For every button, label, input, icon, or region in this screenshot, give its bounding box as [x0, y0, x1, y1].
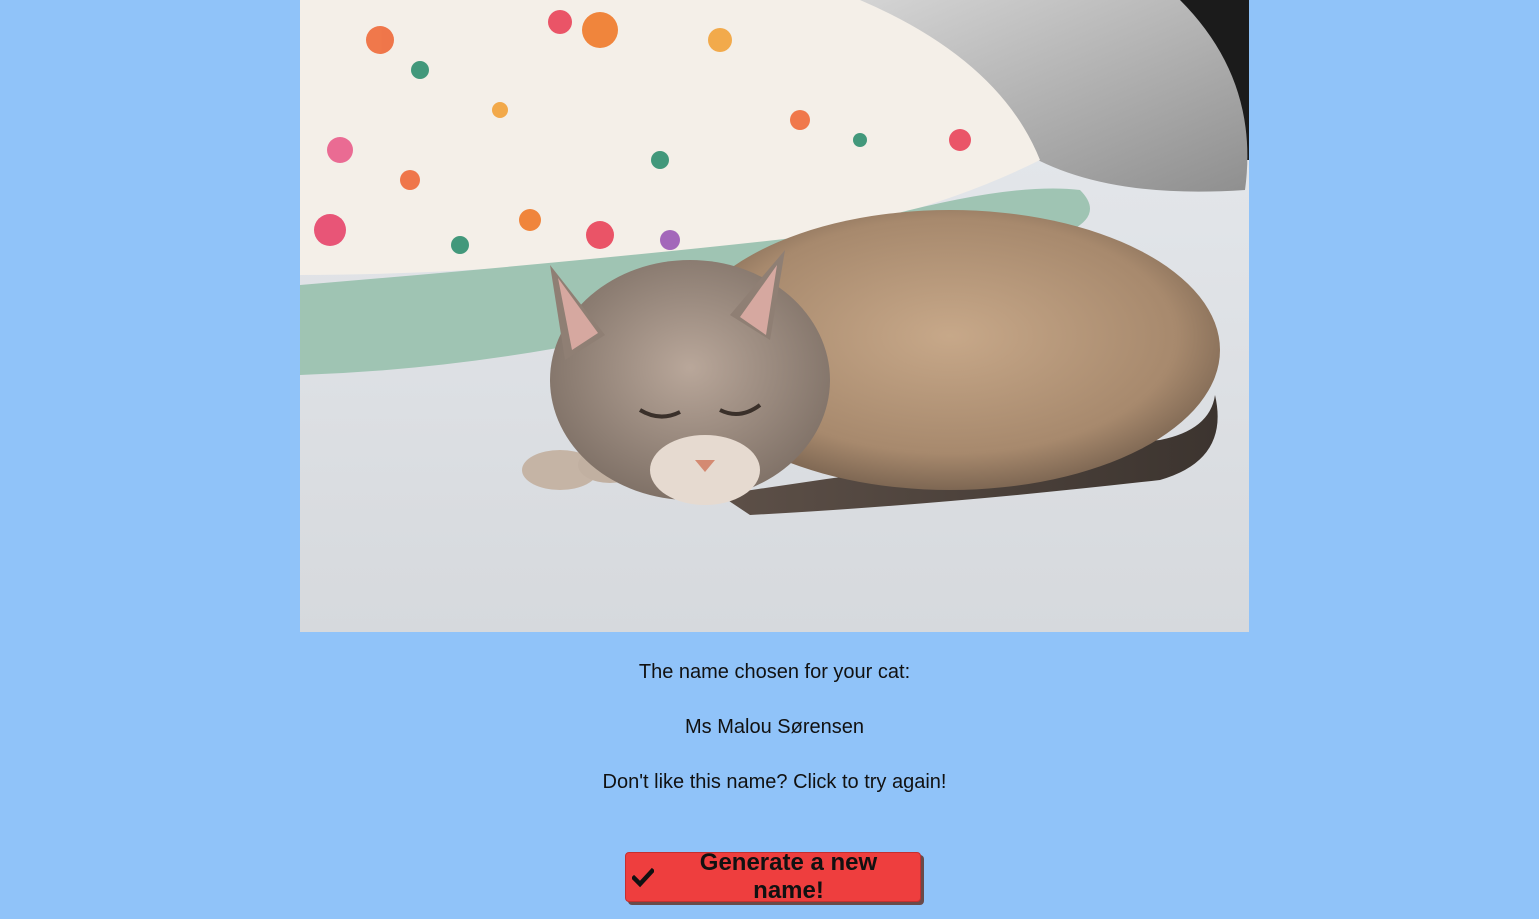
page: The name chosen for your cat: Ms Malou S…	[0, 0, 1539, 919]
result-label: The name chosen for your cat:	[638, 661, 911, 683]
retry-prompt: Don't like this name? Click to try again…	[602, 771, 947, 793]
generate-name-button[interactable]: Generate a new name!	[625, 849, 921, 904]
check-icon	[632, 866, 654, 888]
cat-name: Ms Malou Sørensen	[685, 716, 864, 738]
cat-photo	[300, 0, 1249, 632]
generate-name-button-label: Generate a new name!	[699, 849, 878, 904]
